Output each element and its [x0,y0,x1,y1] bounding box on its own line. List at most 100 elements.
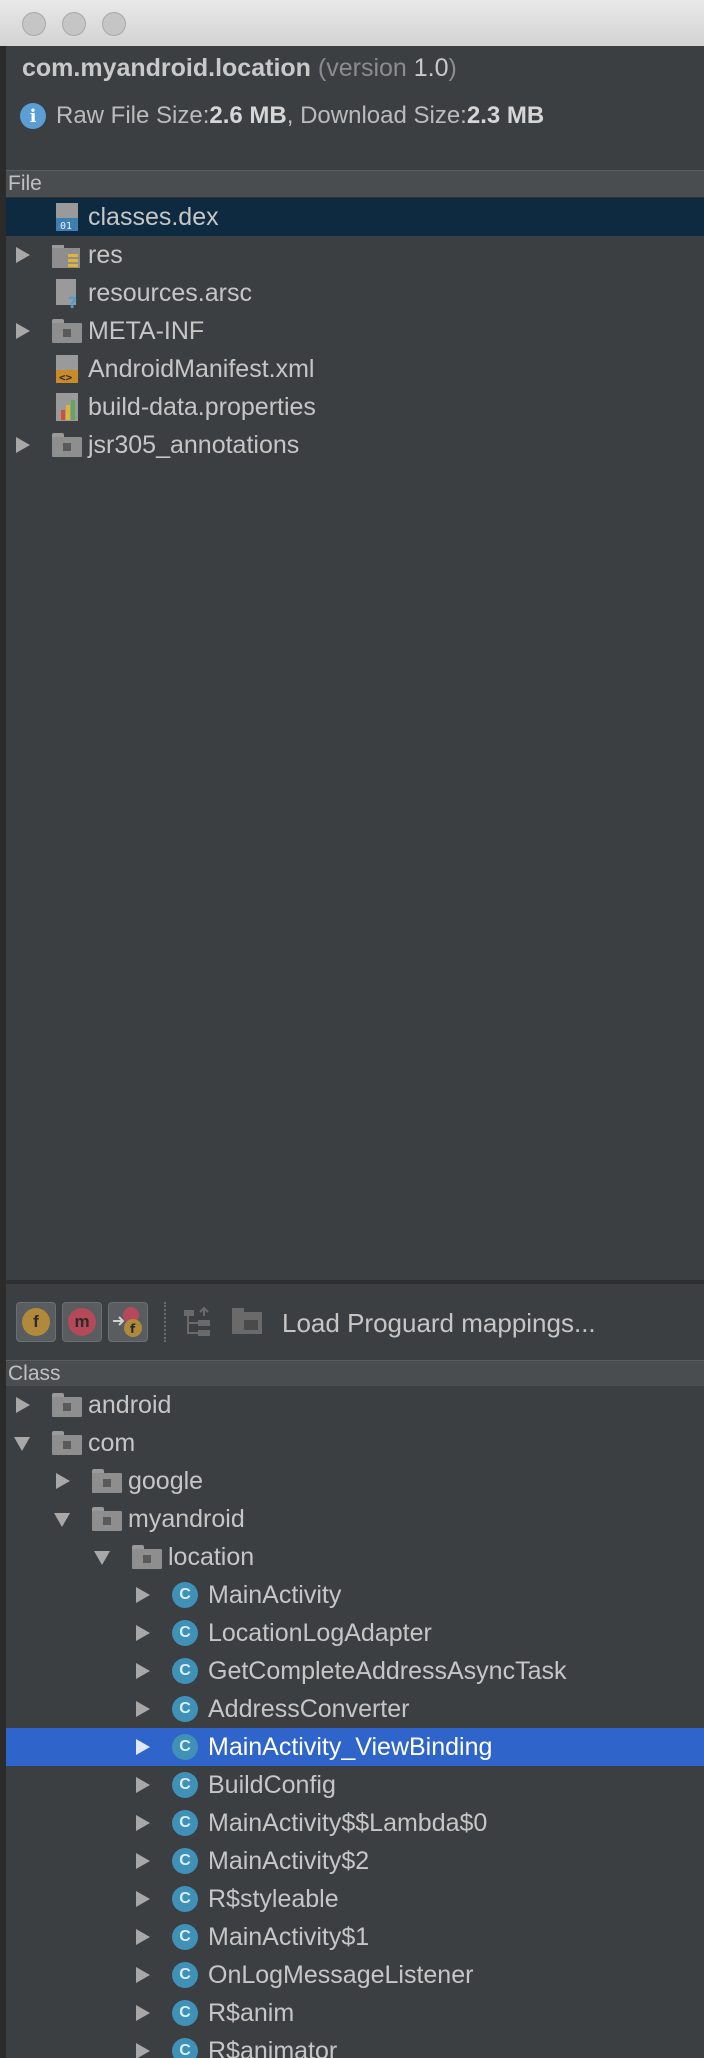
show-referenced-members-button[interactable]: f [108,1302,148,1342]
class-icon: C [172,1620,198,1646]
expand-arrow-icon[interactable] [16,437,30,453]
class-tree-label: MainActivity$$Lambda$0 [208,1808,488,1837]
raw-size-label: Raw File Size: [56,102,210,129]
class-icon: C [172,1924,198,1950]
file-item-meta-inf[interactable]: META-INF [6,312,704,350]
tree-structure-icon[interactable] [180,1304,216,1340]
class-tree-label: com [88,1428,136,1457]
size-summary: i Raw File Size: 2.6 MB , Download Size:… [20,102,544,130]
show-fields-button[interactable]: f [16,1302,56,1342]
expand-arrow-icon[interactable] [136,1739,150,1755]
expand-arrow-icon[interactable] [136,2043,150,2058]
class-tree-item-android[interactable]: android [6,1386,704,1424]
expand-arrow-icon[interactable] [136,1663,150,1679]
field-icon: f [22,1308,50,1336]
download-size-label: Download Size: [300,102,467,129]
expand-arrow-icon[interactable] [136,1701,150,1717]
class-tree-item-class[interactable]: C LocationLogAdapter [6,1614,704,1652]
zoom-window-button[interactable] [102,12,126,36]
file-item-android-manifest[interactable]: <> AndroidManifest.xml [6,350,704,388]
file-item-label: AndroidManifest.xml [88,354,315,383]
load-proguard-mappings-link[interactable]: Load Proguard mappings... [282,1308,596,1339]
package-folder-icon[interactable] [230,1306,266,1338]
expand-arrow-icon[interactable] [56,1473,70,1489]
folder-icon [52,433,82,457]
close-window-button[interactable] [22,12,46,36]
collapse-arrow-icon[interactable] [94,1551,110,1565]
file-item-label: build-data.properties [88,392,316,421]
class-tree-item-location[interactable]: location [6,1538,704,1576]
collapse-arrow-icon[interactable] [14,1437,30,1451]
svg-text:01: 01 [60,221,72,232]
class-tree-item-class[interactable]: C R$animator [6,2032,704,2058]
folder-icon [52,319,82,343]
file-column-header[interactable]: File [6,170,704,198]
class-tree-label: GetCompleteAddressAsyncTask [208,1656,567,1685]
version-number: 1.0 [413,54,449,82]
file-item-classes-dex[interactable]: 01 classes.dex [6,198,704,236]
apk-header: com.myandroid.location (version 1.0) i R… [6,46,704,170]
class-tree-item-com[interactable]: com [6,1424,704,1462]
class-tree-item-myandroid[interactable]: myandroid [6,1500,704,1538]
expand-arrow-icon[interactable] [136,1625,150,1641]
class-tree-item-google[interactable]: google [6,1462,704,1500]
file-item-jsr305-annotations[interactable]: jsr305_annotations [6,426,704,464]
class-tree-item-class[interactable]: C OnLogMessageListener [6,1956,704,1994]
expand-arrow-icon[interactable] [136,1815,150,1831]
class-tree-item-class[interactable]: C BuildConfig [6,1766,704,1804]
class-icon: C [172,1772,198,1798]
expand-arrow-icon[interactable] [136,1587,150,1603]
expand-arrow-icon[interactable] [16,247,30,263]
package-icon [132,1545,162,1569]
expand-arrow-icon[interactable] [16,323,30,339]
class-tree-label: MainActivity [208,1580,342,1609]
size-separator: , [286,102,301,129]
class-icon: C [172,1848,198,1874]
expand-arrow-icon[interactable] [136,2005,150,2021]
class-tree-item-class[interactable]: C MainActivity$1 [6,1918,704,1956]
expand-arrow-icon[interactable] [136,1777,150,1793]
class-icon: C [172,1734,198,1760]
method-icon: m [68,1308,96,1336]
svg-text:<>: <> [59,371,73,384]
class-icon: C [172,2038,198,2058]
file-item-build-data-properties[interactable]: build-data.properties [6,388,704,426]
file-item-res[interactable]: res [6,236,704,274]
class-tree-item-class-selected[interactable]: C MainActivity_ViewBinding [6,1728,704,1766]
file-tree[interactable]: 01 classes.dex res ? resources.arsc META… [6,198,704,1280]
class-tree-item-class[interactable]: C R$anim [6,1994,704,2032]
xml-file-icon: <> [56,355,78,384]
class-icon: C [172,1696,198,1722]
file-item-label: classes.dex [88,202,219,231]
expand-arrow-icon[interactable] [16,1397,30,1413]
expand-arrow-icon[interactable] [136,1929,150,1945]
class-tree-label: AddressConverter [208,1694,410,1723]
class-tree-item-class[interactable]: C MainActivity$$Lambda$0 [6,1804,704,1842]
class-tree-item-class[interactable]: C MainActivity [6,1576,704,1614]
class-tree[interactable]: android com google myandroid location C … [6,1386,704,2058]
class-column-header[interactable]: Class [6,1360,704,1388]
minimize-window-button[interactable] [62,12,86,36]
class-tree-label: android [88,1390,172,1419]
file-item-resources-arsc[interactable]: ? resources.arsc [6,274,704,312]
package-name: com.myandroid.location [22,54,311,82]
show-methods-button[interactable]: m [62,1302,102,1342]
class-tree-item-class[interactable]: C GetCompleteAddressAsyncTask [6,1652,704,1690]
expand-arrow-icon[interactable] [136,1853,150,1869]
file-item-label: resources.arsc [88,278,252,307]
class-tree-label: MainActivity$1 [208,1922,370,1951]
dex-file-icon: 01 [56,203,78,232]
properties-file-icon [56,393,78,421]
class-tree-label: R$anim [208,1998,295,2027]
package-icon [92,1469,122,1493]
referenced-field-icon: f [113,1307,142,1337]
expand-arrow-icon[interactable] [136,1967,150,1983]
class-tree-label: R$animator [208,2036,338,2058]
class-tree-item-class[interactable]: C R$styleable [6,1880,704,1918]
class-tree-item-class[interactable]: C AddressConverter [6,1690,704,1728]
class-icon: C [172,1582,198,1608]
expand-arrow-icon[interactable] [136,1891,150,1907]
class-tree-item-class[interactable]: C MainActivity$2 [6,1842,704,1880]
svg-text:f: f [130,1322,136,1336]
collapse-arrow-icon[interactable] [54,1513,70,1527]
